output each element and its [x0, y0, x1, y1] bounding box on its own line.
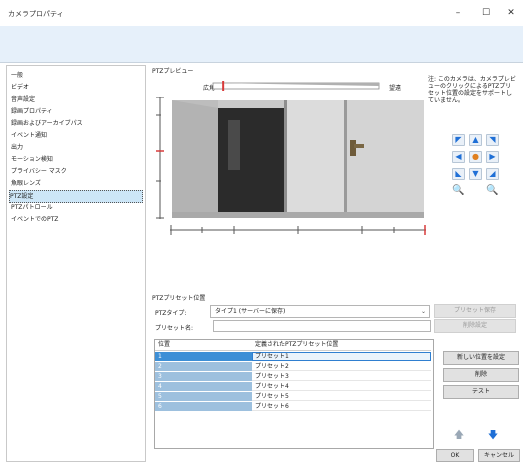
arrow-up-left-icon: ◤ [455, 135, 462, 144]
row-position: 4 [155, 382, 252, 391]
camera-preview [172, 100, 424, 218]
sidebar-item-archive-path[interactable]: 録画およびアーカイブパス [11, 118, 141, 129]
zoom-out-button[interactable]: 🔍 [452, 185, 465, 196]
home-button[interactable]: ● [469, 151, 482, 163]
row-position: 3 [155, 372, 252, 381]
arrow-left-icon: ◀ [455, 152, 462, 161]
maximize-button[interactable]: ☐ [478, 6, 494, 20]
sidebar-item-motion[interactable]: モーション検知 [11, 154, 141, 165]
arrow-down-icon: ▼ [472, 169, 479, 178]
arrow-right-button[interactable]: ▶ [486, 151, 499, 163]
ptz-type-select[interactable]: タイプ1 (サーバーに保存) ⌄ [210, 305, 430, 318]
arrow-up-button[interactable]: ▲ [469, 134, 482, 146]
cancel-button[interactable]: キャンセル [478, 449, 520, 462]
sidebar-item-general[interactable]: 一般 [11, 70, 141, 81]
arrow-down-right-icon: ◢ [489, 169, 496, 178]
sidebar-item-fisheye[interactable]: 魚眼レンズ [11, 178, 141, 189]
sidebar-item-privacy-mask[interactable]: プライバシー マスク [11, 166, 141, 177]
delete-button[interactable]: 削除 [443, 368, 519, 382]
arrow-left-button[interactable]: ◀ [452, 151, 465, 163]
magnifier-minus-icon: 🔍 [452, 185, 465, 196]
ptz-preview-label: PTZプレビュー [152, 68, 194, 75]
test-button[interactable]: テスト [443, 385, 519, 399]
table-row[interactable]: 3 プリセット3 [155, 372, 431, 381]
ok-button[interactable]: OK [436, 449, 474, 462]
sidebar-item-ptz-event[interactable]: イベントでのPTZ [11, 214, 141, 225]
move-up-button[interactable]: 🡅 [452, 430, 466, 442]
title-bar: カメラプロパティ – ☐ ✕ [0, 0, 523, 26]
sidebar-item-audio[interactable]: 音声設定 [11, 94, 141, 105]
magnifier-plus-icon: 🔍 [486, 185, 499, 196]
sidebar-item-output[interactable]: 出力 [11, 142, 141, 153]
row-position: 6 [155, 402, 252, 411]
arrow-up-right-button[interactable]: ◥ [486, 134, 499, 146]
ptz-note: 注: このカメラは、カメラプレビューのクリックによるPTZプリセット位置の設定を… [428, 76, 516, 104]
arrow-down-right-button[interactable]: ◢ [486, 168, 499, 180]
preset-table: 位置 定義されたPTZプリセット位置 1 プリセット1 2 プリセット2 3 プ… [154, 339, 434, 449]
row-name: プリセット5 [255, 393, 289, 400]
window-title: カメラプロパティ [8, 10, 64, 18]
sidebar-item-recording[interactable]: 録画プロパティ [11, 106, 141, 117]
arrow-up-left-button[interactable]: ◤ [452, 134, 465, 146]
move-up-icon: 🡅 [453, 430, 465, 441]
row-position: 2 [155, 362, 252, 371]
row-position: 1 [155, 352, 252, 361]
home-icon: ● [472, 152, 479, 161]
header-divider [0, 62, 523, 63]
minimize-button[interactable]: – [450, 6, 466, 20]
set-new-position-button[interactable]: 新しい位置を設定 [443, 351, 519, 365]
arrow-down-left-icon: ◣ [455, 169, 462, 178]
preset-section-label: PTZプリセット位置 [152, 295, 206, 302]
close-button[interactable]: ✕ [503, 6, 519, 20]
sidebar: 一般 ビデオ 音声設定 録画プロパティ 録画およびアーカイブパス イベント通知 … [6, 65, 146, 462]
pan-slider[interactable] [170, 224, 428, 236]
zoom-slider[interactable] [212, 80, 382, 92]
row-name: プリセット1 [255, 353, 289, 360]
table-row[interactable]: 2 プリセット2 [155, 362, 431, 371]
delete-setting-button[interactable]: 削除設定 [434, 319, 516, 333]
tilt-slider[interactable] [155, 97, 165, 219]
preset-name-input[interactable] [213, 320, 431, 332]
table-row[interactable]: 6 プリセット6 [155, 402, 431, 411]
sidebar-item-ptz-patrol[interactable]: PTZパトロール [11, 202, 141, 213]
arrow-down-left-button[interactable]: ◣ [452, 168, 465, 180]
save-preset-button[interactable]: プリセット保存 [434, 304, 516, 318]
preset-name-label: プリセット名: [155, 325, 194, 332]
move-down-icon: 🡇 [487, 430, 499, 441]
table-row[interactable]: 4 プリセット4 [155, 382, 431, 391]
column-header-defined[interactable]: 定義されたPTZプリセット位置 [255, 340, 338, 350]
sidebar-item-video[interactable]: ビデオ [11, 82, 141, 93]
row-position: 5 [155, 392, 252, 401]
ptz-type-label: PTZタイプ: [155, 310, 187, 317]
row-name: プリセット4 [255, 383, 289, 390]
arrow-down-button[interactable]: ▼ [469, 168, 482, 180]
table-header-divider [155, 350, 431, 351]
zoom-in-button[interactable]: 🔍 [486, 185, 499, 196]
chevron-down-icon: ⌄ [420, 308, 426, 315]
arrow-right-icon: ▶ [489, 152, 496, 161]
column-header-position[interactable]: 位置 [158, 340, 170, 350]
arrow-up-right-icon: ◥ [489, 135, 496, 144]
table-row[interactable]: 5 プリセット5 [155, 392, 431, 401]
ptz-type-value: タイプ1 (サーバーに保存) [215, 308, 286, 315]
zoom-tele-label: 望遠 [389, 85, 402, 92]
header-band [0, 26, 523, 62]
row-name: プリセット2 [255, 363, 289, 370]
row-name: プリセット6 [255, 403, 289, 410]
sidebar-item-event-notify[interactable]: イベント通知 [11, 130, 141, 141]
table-row[interactable]: 1 プリセット1 [155, 352, 431, 361]
zoom-slider-thumb[interactable] [222, 81, 225, 91]
move-down-button[interactable]: 🡇 [486, 430, 500, 442]
arrow-up-icon: ▲ [472, 135, 479, 144]
row-name: プリセット3 [255, 373, 289, 380]
